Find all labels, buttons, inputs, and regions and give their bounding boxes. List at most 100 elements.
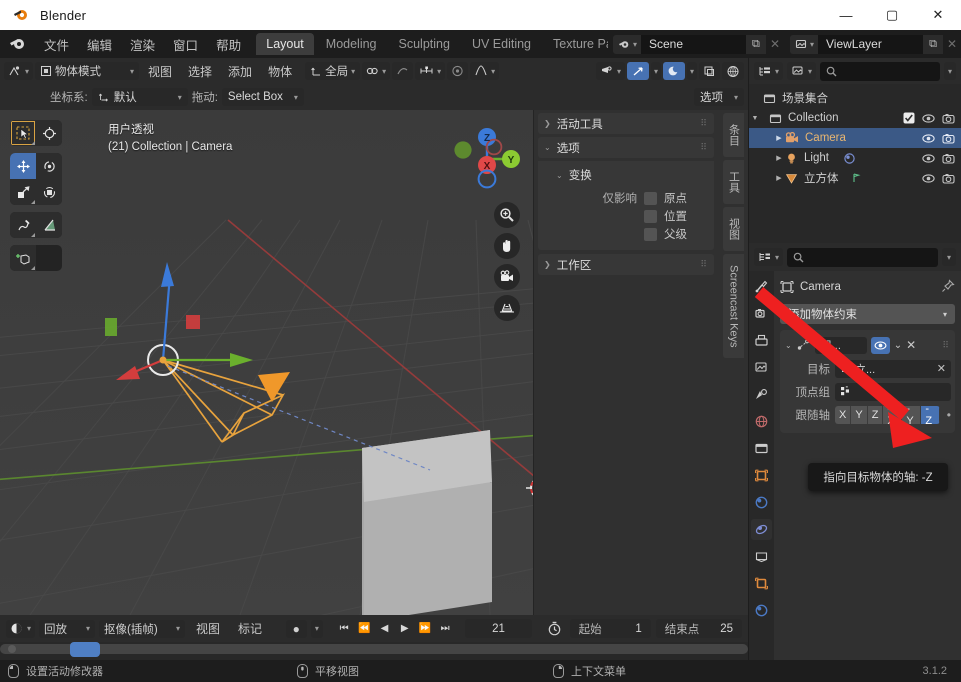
- viewport-options-button[interactable]: 选项 ▾: [694, 88, 744, 106]
- expand-arrow-icon[interactable]: ▶: [773, 154, 785, 162]
- outliner-row-light[interactable]: ▶ Light: [749, 148, 961, 168]
- new-viewlayer-button[interactable]: ⧉: [923, 34, 943, 54]
- drag-handle-dots[interactable]: ⠿: [700, 118, 708, 129]
- axis-button-neg-y[interactable]: -Y: [902, 405, 922, 424]
- camera-render-icon[interactable]: [942, 173, 955, 184]
- tab-scene-icon[interactable]: [751, 384, 772, 405]
- falloff-curve-button[interactable]: ▾: [470, 62, 500, 80]
- expand-arrow-icon[interactable]: ▼: [749, 115, 761, 122]
- overlays-dropdown[interactable]: ▾: [686, 62, 697, 80]
- clear-target-button[interactable]: ✕: [937, 362, 946, 375]
- outliner-filter-dropdown[interactable]: ▾: [943, 62, 956, 80]
- visibility-dropdown[interactable]: ▾: [595, 62, 625, 80]
- drag-handle-dots[interactable]: ⠿: [700, 259, 708, 270]
- outliner-row-collection[interactable]: ▼ Collection: [749, 108, 961, 128]
- transform-orientation-field[interactable]: 默认 ▾: [91, 88, 188, 106]
- overlays-toggle[interactable]: [662, 62, 685, 80]
- chevron-down-icon[interactable]: ⌄: [785, 341, 792, 350]
- vertex-group-field[interactable]: [835, 382, 951, 401]
- viewlayer-name[interactable]: ViewLayer: [818, 34, 923, 54]
- camera-view-icon[interactable]: [494, 264, 520, 290]
- workspace-tab-sculpting[interactable]: Sculpting: [389, 33, 460, 55]
- maximize-button[interactable]: ▢: [869, 0, 915, 30]
- outliner-display-mode-dropdown[interactable]: ▾: [787, 62, 817, 80]
- drag-handle-dots[interactable]: ⠿: [700, 142, 708, 153]
- axis-button-neg-x[interactable]: -X: [883, 405, 903, 424]
- constraint-extras-dropdown[interactable]: ⌄: [894, 340, 902, 351]
- move-tool[interactable]: [10, 153, 36, 179]
- viewport-menu-select[interactable]: 选择: [181, 61, 219, 82]
- menu-edit[interactable]: 编辑: [78, 32, 121, 57]
- drag-action-field[interactable]: Select Box ▾: [221, 88, 304, 106]
- xray-toggle[interactable]: [699, 62, 720, 80]
- scale-tool[interactable]: [10, 179, 36, 205]
- outliner-row-camera[interactable]: ▶ Camera: [749, 128, 961, 148]
- timeline-menu-view[interactable]: 视图: [189, 618, 227, 639]
- menu-window[interactable]: 窗口: [164, 32, 207, 57]
- scene-icon[interactable]: ▾: [612, 34, 641, 54]
- jump-to-start-button[interactable]: ⏮: [336, 619, 352, 638]
- menu-render[interactable]: 渲染: [121, 32, 164, 57]
- light-data-icon[interactable]: [843, 152, 856, 165]
- npanel-tab-tool[interactable]: 工具: [723, 160, 744, 204]
- play-button[interactable]: ▶: [397, 619, 413, 638]
- outliner-row-cube[interactable]: ▶ 立方体: [749, 168, 961, 188]
- tab-texture-icon[interactable]: [751, 600, 772, 621]
- snap-target-button[interactable]: ▾: [415, 62, 446, 80]
- npanel-tab-screencast-keys[interactable]: Screencast Keys: [723, 254, 744, 358]
- workspace-tab-uv-editing[interactable]: UV Editing: [462, 33, 541, 55]
- tab-output-icon[interactable]: [751, 330, 772, 351]
- add-object-constraint-button[interactable]: 添加物体约束 ▾: [780, 304, 955, 324]
- tab-modifier-icon[interactable]: [751, 492, 772, 513]
- properties-editor-type-button[interactable]: ▾: [754, 248, 784, 266]
- tab-material-icon[interactable]: [751, 573, 772, 594]
- eye-icon[interactable]: [922, 133, 935, 144]
- scene-name[interactable]: Scene: [640, 34, 746, 54]
- zoom-icon[interactable]: [494, 202, 520, 228]
- workspace-tab-modeling[interactable]: Modeling: [316, 33, 387, 55]
- affect-locations-checkbox[interactable]: [644, 209, 657, 223]
- eye-icon[interactable]: [922, 173, 935, 184]
- unlink-scene-button[interactable]: ✕: [766, 35, 784, 54]
- add-cube-tool[interactable]: [10, 245, 36, 271]
- transform-orientation-dropdown[interactable]: 全局 ▾: [305, 62, 361, 80]
- prev-keyframe-button[interactable]: ⏪: [356, 619, 372, 638]
- timeline-editor-type-button[interactable]: ▾: [6, 619, 36, 638]
- shading-solid-button[interactable]: [722, 62, 744, 80]
- auto-keying-toggle[interactable]: ●: [285, 619, 307, 638]
- tab-constraint-icon[interactable]: [751, 519, 772, 540]
- tab-data-icon[interactable]: [751, 546, 772, 567]
- viewport-menu-add[interactable]: 添加: [221, 61, 259, 82]
- new-scene-button[interactable]: ⧉: [745, 34, 766, 54]
- camera-render-icon[interactable]: [942, 133, 955, 144]
- npanel-subsection-transform[interactable]: ⌄ 变换: [538, 164, 714, 186]
- affect-parents-checkbox[interactable]: [644, 227, 657, 241]
- play-reverse-button[interactable]: ◀: [376, 619, 392, 638]
- blender-logo-icon[interactable]: [8, 34, 28, 54]
- npanel-section-active-tool[interactable]: ❯ 活动工具 ⠿: [538, 113, 714, 134]
- editor-type-button[interactable]: ▾: [4, 62, 34, 80]
- viewport-menu-view[interactable]: 视图: [141, 61, 179, 82]
- toggle-ortho-icon[interactable]: [494, 295, 520, 321]
- select-box-tool[interactable]: [10, 120, 36, 146]
- constraint-target-icon[interactable]: [851, 172, 862, 184]
- tab-view-layer-icon[interactable]: [751, 357, 772, 378]
- proportional-falloff-button[interactable]: [447, 62, 469, 80]
- auto-keying-dropdown[interactable]: ▾: [310, 619, 323, 638]
- transform-tool[interactable]: [36, 179, 62, 205]
- playback-menu[interactable]: 回放 ▾: [39, 619, 96, 638]
- affect-origins-checkbox[interactable]: [644, 191, 657, 205]
- measure-tool[interactable]: [36, 212, 62, 238]
- constraint-enable-toggle[interactable]: [870, 336, 890, 354]
- collection-checkbox[interactable]: [903, 112, 915, 124]
- tab-render-icon[interactable]: [751, 303, 772, 324]
- menu-help[interactable]: 帮助: [207, 32, 250, 57]
- gizmo-dropdown[interactable]: ▾: [650, 62, 661, 80]
- expand-arrow-icon[interactable]: ▶: [773, 174, 785, 182]
- viewport-menu-object[interactable]: 物体: [261, 61, 299, 82]
- npanel-section-workspace[interactable]: ❯ 工作区 ⠿: [538, 254, 714, 275]
- outliner-search-input[interactable]: [820, 61, 940, 81]
- current-frame-field[interactable]: 21: [465, 619, 532, 638]
- drag-handle-dots[interactable]: ⠿: [942, 340, 950, 351]
- outliner-editor-type-button[interactable]: ▾: [754, 62, 784, 80]
